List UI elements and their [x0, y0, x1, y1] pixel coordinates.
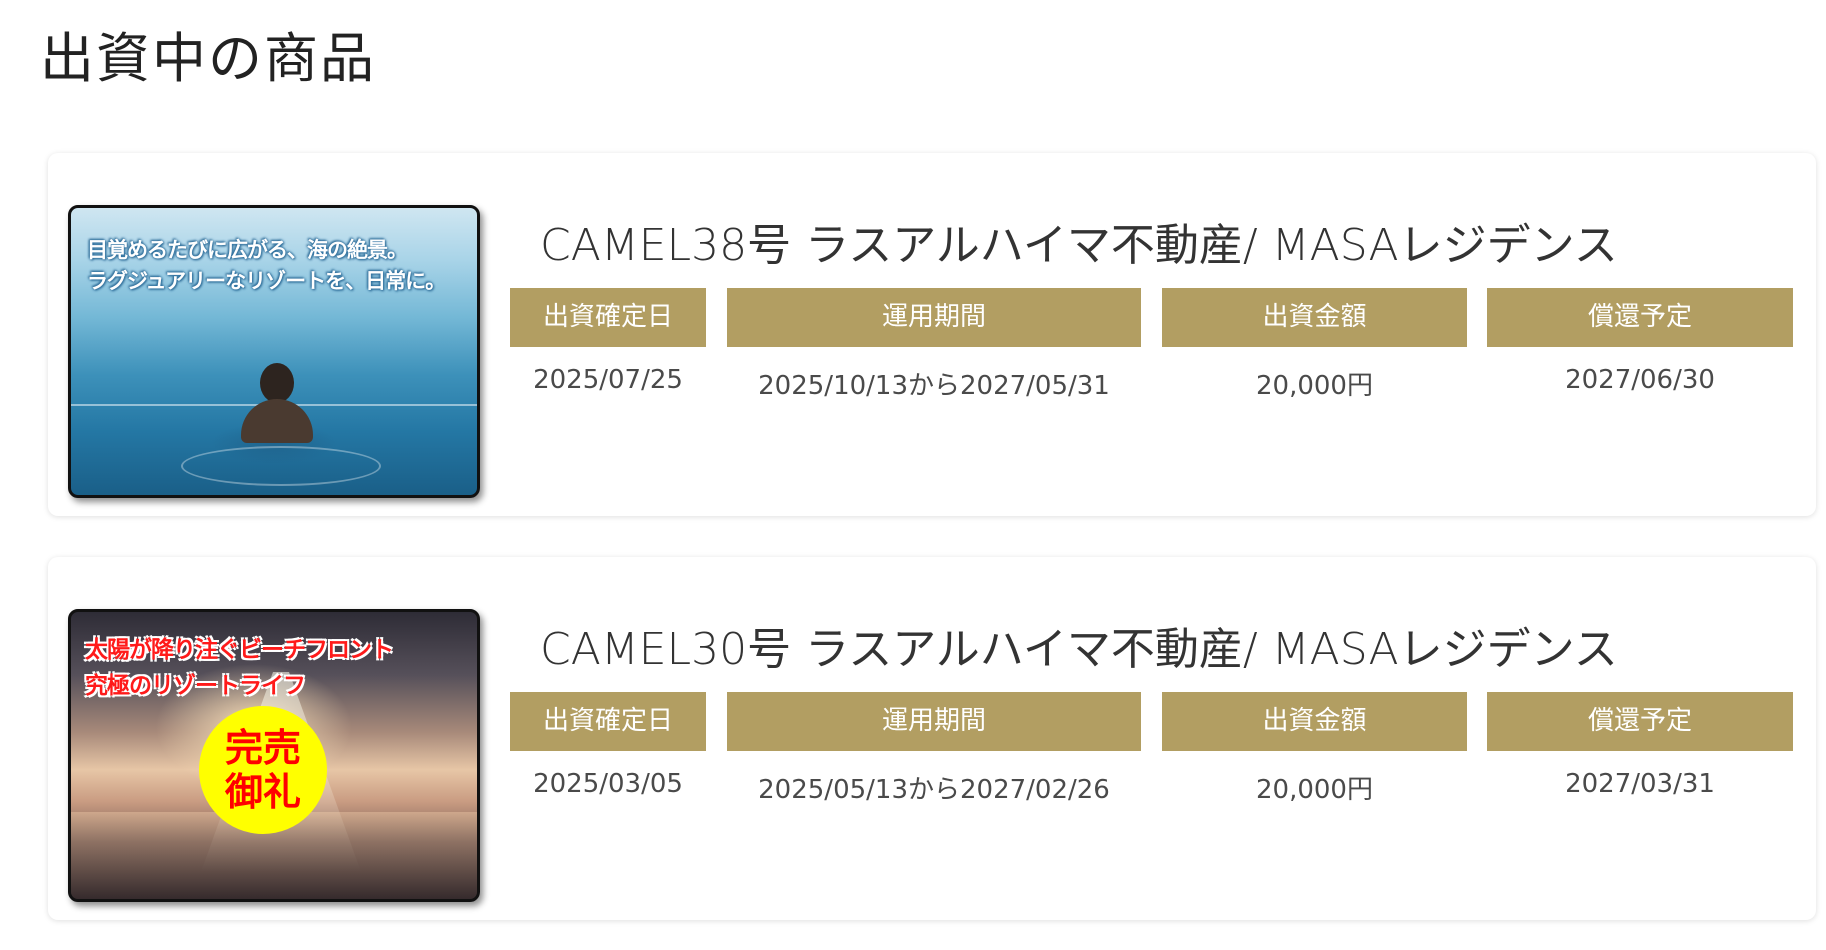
value-period: 2025/05/13から2027/02/26: [758, 775, 1110, 805]
product-card-camel30[interactable]: 太陽が降り注ぐビーチフロント 究極のリゾートライフ 完売 御礼 CAMEL30号…: [48, 557, 1816, 920]
header-amount: 出資金額: [1162, 692, 1467, 751]
swimmer-shoulders: [241, 399, 313, 443]
value-amount: 20,000円: [1256, 371, 1373, 401]
value-confirm-date: 2025/03/05: [533, 769, 683, 799]
value-redemption: 2027/03/31: [1565, 769, 1715, 799]
product-name[interactable]: CAMEL38号 ラスアルハイマ不動産/ MASAレジデンス: [540, 209, 1618, 273]
header-confirm-date: 出資確定日: [510, 288, 706, 347]
image-caption-line1: 目覚めるたびに広がる、海の絶景。: [87, 237, 408, 262]
product-card-camel38[interactable]: 目覚めるたびに広がる、海の絶景。 ラグジュアリーなリゾートを、日常に。 CAME…: [48, 153, 1816, 516]
swimmer-figure: [241, 363, 313, 478]
header-confirm-date: 出資確定日: [510, 692, 706, 751]
product-image-camel38[interactable]: 目覚めるたびに広がる、海の絶景。 ラグジュアリーなリゾートを、日常に。: [68, 205, 480, 498]
sold-out-badge-line2: 御礼: [224, 770, 301, 814]
sold-out-badge: 完売 御礼: [199, 706, 327, 834]
value-confirm-date: 2025/07/25: [533, 365, 683, 395]
header-period: 運用期間: [727, 692, 1141, 751]
product-image-camel30[interactable]: 太陽が降り注ぐビーチフロント 究極のリゾートライフ 完売 御礼: [68, 609, 480, 902]
page-title: 出資中の商品: [40, 27, 376, 90]
value-redemption: 2027/06/30: [1565, 365, 1715, 395]
header-redemption: 償還予定: [1487, 288, 1793, 347]
header-redemption: 償還予定: [1487, 692, 1793, 751]
header-period: 運用期間: [727, 288, 1141, 347]
image-caption-line2: ラグジュアリーなリゾートを、日常に。: [87, 268, 446, 293]
sold-out-badge-line1: 完売: [224, 726, 301, 770]
product-name[interactable]: CAMEL30号 ラスアルハイマ不動産/ MASAレジデンス: [540, 613, 1618, 677]
swimmer-head: [260, 363, 294, 403]
header-amount: 出資金額: [1162, 288, 1467, 347]
value-amount: 20,000円: [1256, 775, 1373, 805]
value-period: 2025/10/13から2027/05/31: [758, 371, 1110, 401]
image-caption-line1: 太陽が降り注ぐビーチフロント: [85, 636, 394, 663]
image-caption-line2: 究極のリゾートライフ: [85, 672, 306, 699]
